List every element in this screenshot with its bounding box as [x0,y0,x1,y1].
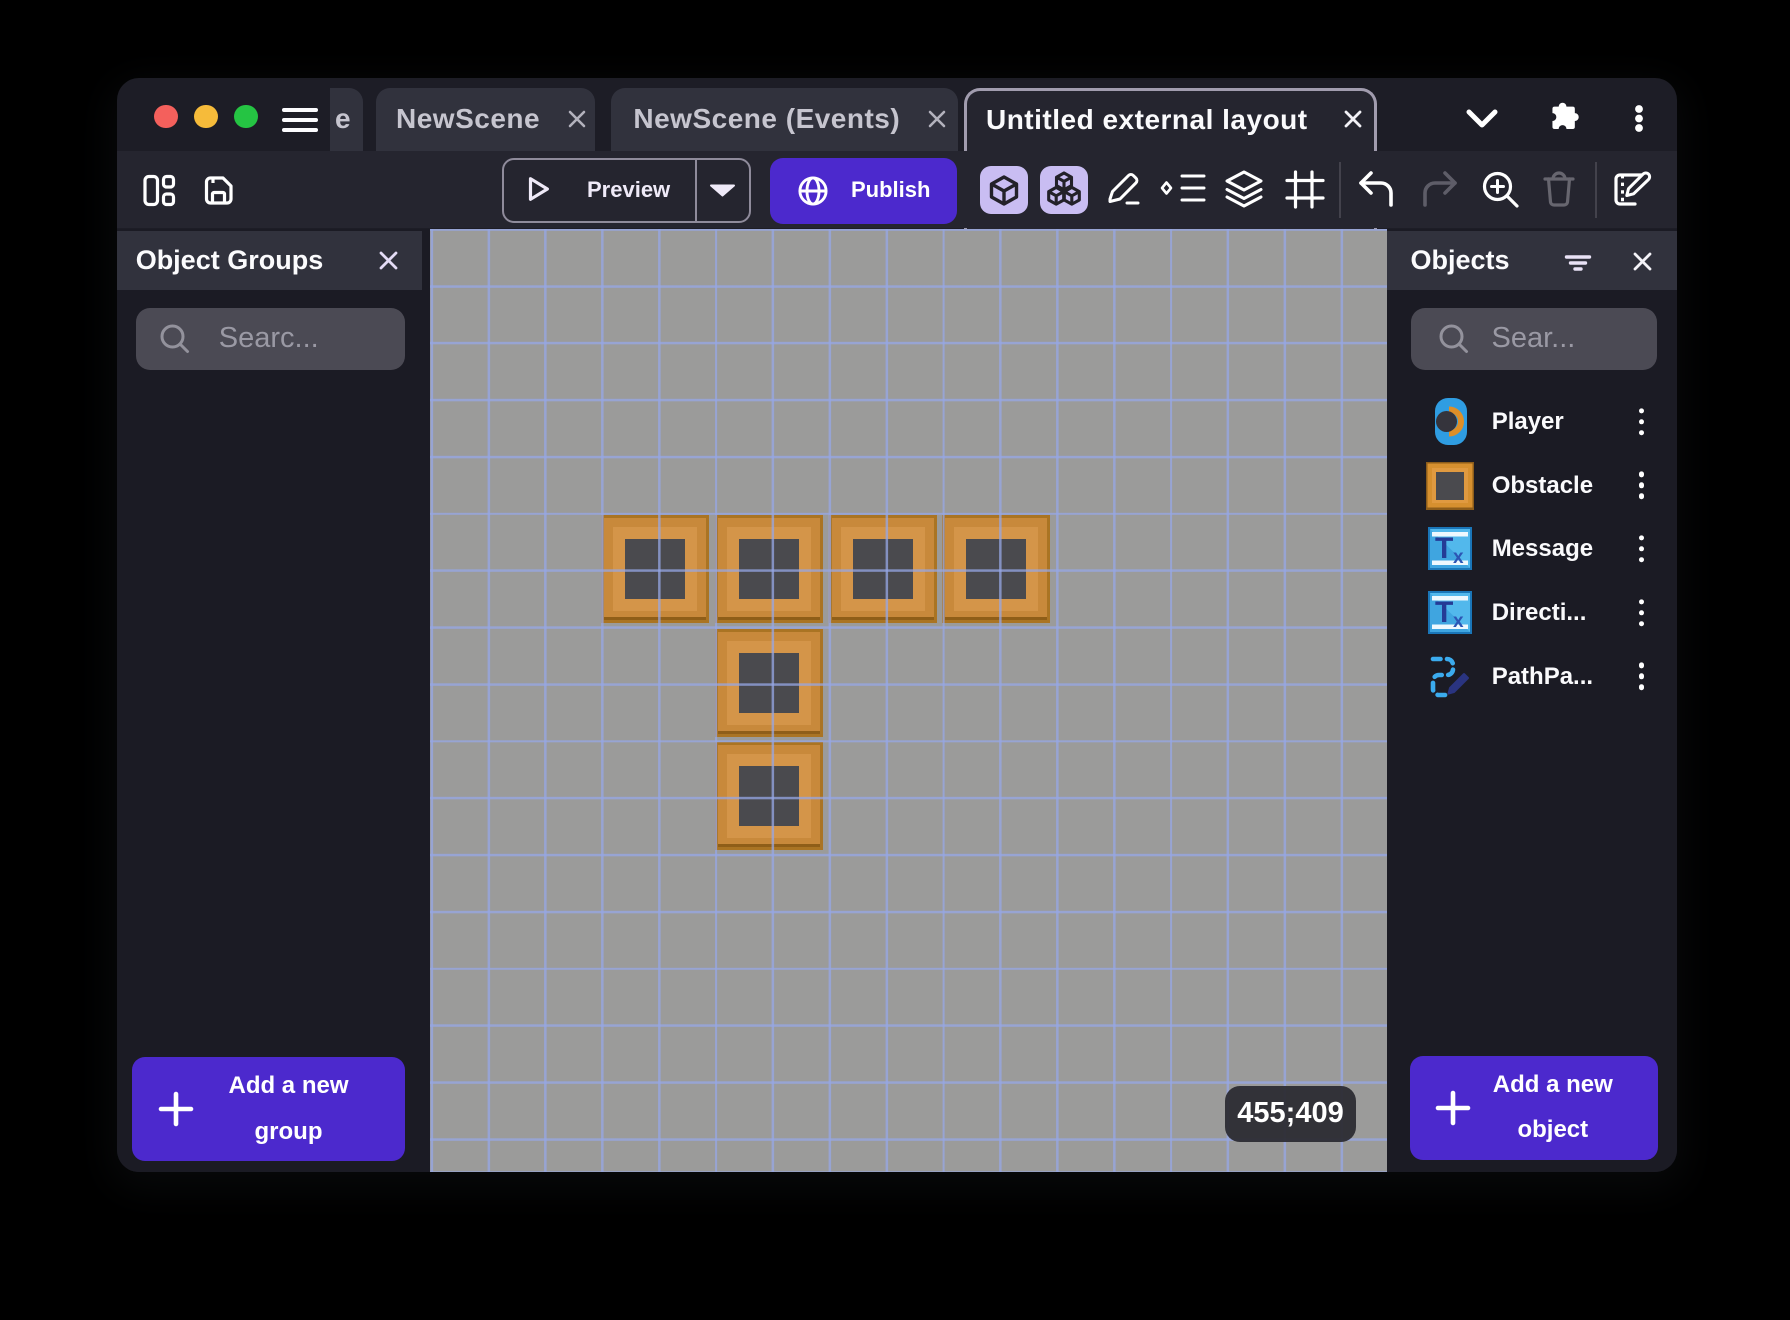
svg-text:x: x [1453,547,1464,568]
svg-text:x: x [1453,611,1464,632]
svg-text:T: T [1435,596,1453,629]
svg-text:T: T [1435,532,1453,565]
